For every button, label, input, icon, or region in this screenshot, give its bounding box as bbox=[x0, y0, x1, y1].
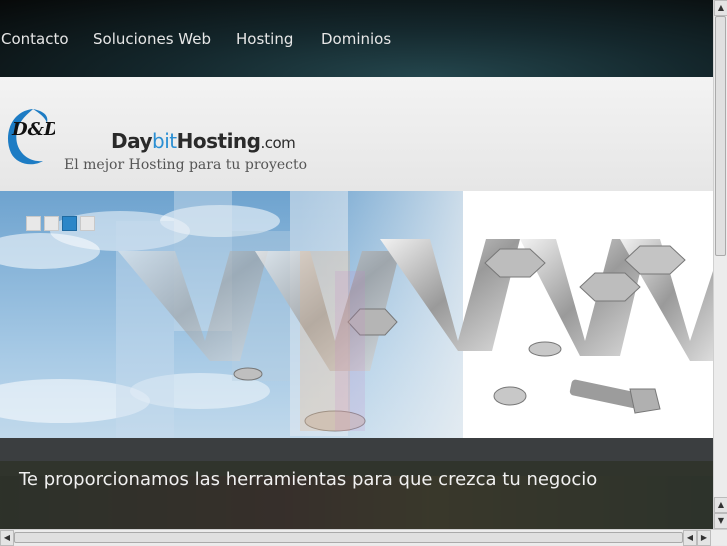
brand-day: Day bbox=[111, 129, 153, 153]
scroll-left-icon[interactable]: ◀ bbox=[0, 530, 14, 546]
scroll-down-icon[interactable]: ▼ bbox=[714, 513, 727, 529]
scroll-left-icon-right[interactable]: ◀ bbox=[683, 530, 697, 546]
brand-bit: bit bbox=[152, 129, 177, 153]
slider-dot-3[interactable] bbox=[62, 216, 77, 231]
brand-com: .com bbox=[260, 134, 296, 152]
brand-hosting: Hosting bbox=[176, 129, 261, 153]
nav-contacto[interactable]: Contacto bbox=[1, 30, 69, 48]
site-header: D&D DaybitHosting.com El mejor Hosting p… bbox=[0, 77, 713, 191]
slider-dot-2[interactable] bbox=[44, 216, 59, 231]
logo-icon[interactable]: D&D bbox=[3, 105, 55, 167]
hero-caption: Te proporcionamos las herramientas para … bbox=[19, 469, 598, 490]
nav-dominios[interactable]: Dominios bbox=[321, 30, 391, 48]
nav-soluciones-web[interactable]: Soluciones Web bbox=[93, 30, 211, 48]
scroll-up-icon[interactable]: ▲ bbox=[714, 0, 727, 16]
nav-hosting[interactable]: Hosting bbox=[236, 30, 293, 48]
slider-dot-4[interactable] bbox=[80, 216, 95, 231]
top-nav: Contacto Soluciones Web Hosting Dominios bbox=[0, 0, 713, 77]
scroll-up-icon-bottom[interactable]: ▲ bbox=[714, 497, 727, 513]
hero-slider: Te proporcionamos las herramientas para … bbox=[0, 191, 713, 529]
brand-name[interactable]: DaybitHosting.com bbox=[111, 129, 296, 153]
vertical-scrollbar[interactable]: ▲ ▲ ▼ bbox=[713, 0, 727, 529]
slider-dot-1[interactable] bbox=[26, 216, 41, 231]
tagline: El mejor Hosting para tu proyecto bbox=[64, 157, 308, 173]
vertical-scroll-thumb[interactable] bbox=[715, 16, 726, 256]
horizontal-scrollbar[interactable]: ◀ ◀ ▶ bbox=[0, 529, 727, 546]
horizontal-scroll-thumb[interactable] bbox=[14, 532, 683, 543]
hero-caption-box: Te proporcionamos las herramientas para … bbox=[0, 438, 713, 529]
logo-letters: D&D bbox=[11, 119, 55, 140]
scroll-right-icon[interactable]: ▶ bbox=[697, 530, 711, 546]
